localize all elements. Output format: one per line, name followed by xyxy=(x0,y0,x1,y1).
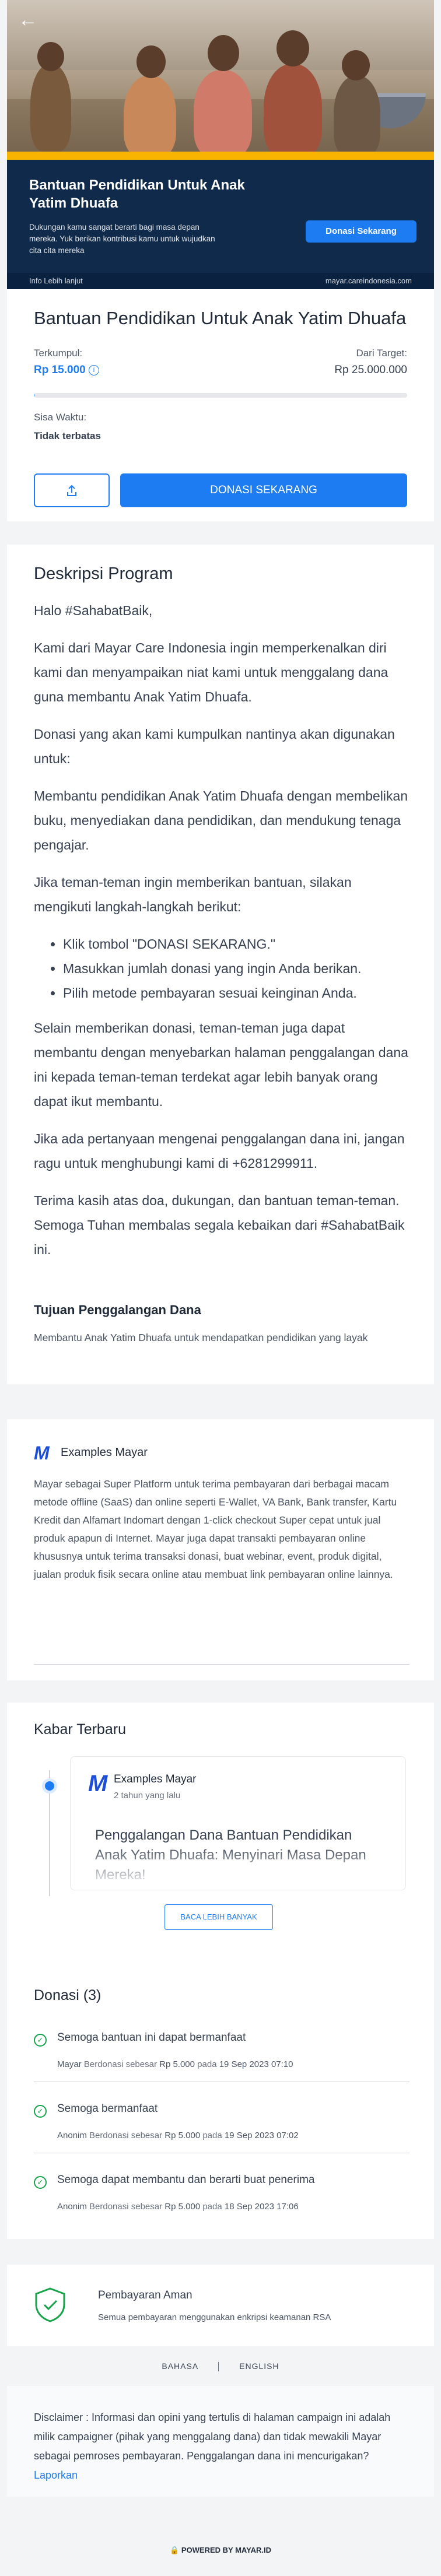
description-p4: Jika teman-teman ingin memberikan bantua… xyxy=(34,875,352,914)
greeting: Halo #SahabatBaik, xyxy=(34,603,153,618)
language-switcher: BAHASA ENGLISH xyxy=(0,2361,441,2372)
hero-donate-button[interactable]: Donasi Sekarang xyxy=(306,220,416,243)
description-p7: Terima kasih atas doa, dukungan, dan ban… xyxy=(34,1193,405,1257)
info-link[interactable]: Info Lebih lanjut xyxy=(29,273,83,289)
steps-list: Klik tombol "DONASI SEKARANG." Masukkan … xyxy=(63,932,410,1005)
secure-description: Semua pembayaran menggunakan enkripsi ke… xyxy=(98,2312,331,2322)
target-value: Rp 25.000.000 xyxy=(334,364,407,376)
organizer-name[interactable]: Examples Mayar xyxy=(61,1446,148,1459)
lock-icon: 🔒 xyxy=(170,2546,180,2554)
news-author: Examples Mayar xyxy=(114,1773,197,1785)
timeline-dot xyxy=(42,1778,57,1794)
hero-image: ← xyxy=(7,0,434,175)
disclaimer-card: Disclaimer : Informasi dan opini yang te… xyxy=(7,2386,434,2497)
description-p5: Selain memberikan donasi, teman-teman ju… xyxy=(34,1020,408,1109)
mayar-logo-icon: M xyxy=(88,1771,108,1796)
hero-banner: Bantuan Pendidikan Untuk Anak Yatim Dhua… xyxy=(7,152,434,289)
donations-heading: Donasi (3) xyxy=(34,1987,102,2003)
donations-card: Donasi (3) ✓ Semoga bantuan ini dapat be… xyxy=(7,1959,434,2239)
step-item: Masukkan jumlah donasi yang ingin Anda b… xyxy=(63,956,410,981)
donation-message: Semoga bermanfaat xyxy=(57,2103,158,2115)
description-p6: Jika ada pertanyaan mengenai penggalanga… xyxy=(34,1131,405,1171)
secure-payment-card: Pembayaran Aman Semua pembayaran menggun… xyxy=(7,2265,434,2346)
check-circle-icon: ✓ xyxy=(34,2034,47,2047)
description-heading: Deskripsi Program xyxy=(34,564,173,583)
hero-section: ← Bantuan Pendidikan Untuk Anak Yatim Dh… xyxy=(0,0,441,289)
goal-text: Membantu Anak Yatim Dhuafa untuk mendapa… xyxy=(34,1332,368,1343)
share-icon xyxy=(67,485,76,496)
time-value: Tidak terbatas xyxy=(34,430,101,441)
goal-title: Tujuan Penggalangan Dana xyxy=(34,1303,201,1317)
description-p1: Kami dari Mayar Care Indonesia ingin mem… xyxy=(34,640,388,704)
hero-subtitle: Dukungan kamu sangat berarti bagi masa d… xyxy=(29,223,215,255)
time-label: Sisa Waktu: xyxy=(34,412,87,423)
check-circle-icon: ✓ xyxy=(34,2105,47,2118)
target-label: Dari Target: xyxy=(356,348,407,359)
news-time: 2 tahun yang lalu xyxy=(114,1791,181,1801)
news-card: Kabar Terbaru M Examples Mayar 2 tahun y… xyxy=(7,1703,434,1959)
divider xyxy=(218,2362,219,2372)
organizer-about: Mayar sebagai Super Platform untuk terim… xyxy=(34,1478,397,1580)
donation-meta: Mayar Berdonasi sebesar Rp 5.000 pada 19… xyxy=(57,2059,293,2069)
hero-title: Bantuan Pendidikan Untuk Anak Yatim Dhua… xyxy=(29,177,245,211)
divider xyxy=(34,1664,410,1665)
mayar-logo-icon: M xyxy=(34,1443,50,1464)
back-arrow-icon[interactable]: ← xyxy=(15,7,41,33)
description-body: Halo #SahabatBaik, Kami dari Mayar Care … xyxy=(34,598,410,1275)
secure-title: Pembayaran Aman xyxy=(98,2289,192,2301)
donation-message: Semoga bantuan ini dapat bermanfaat xyxy=(57,2031,246,2044)
organizer-card: M Examples Mayar Mayar sebagai Super Pla… xyxy=(7,1419,434,1680)
check-circle-icon: ✓ xyxy=(34,2176,47,2189)
read-more-button[interactable]: BACA LEBIH BANYAK xyxy=(164,1904,273,1930)
hero-domain: mayar.careindonesia.com xyxy=(325,276,412,285)
info-circle-icon[interactable]: i xyxy=(89,365,100,375)
hero-stripe xyxy=(7,152,434,160)
progress-bar xyxy=(34,393,407,398)
description-p3: Membantu pendidikan Anak Yatim Dhuafa de… xyxy=(34,788,408,852)
shield-check-icon xyxy=(35,2287,65,2322)
language-bahasa[interactable]: BAHASA xyxy=(162,2361,198,2371)
disclaimer-text: Disclaimer : Informasi dan opini yang te… xyxy=(34,2412,391,2481)
share-button[interactable] xyxy=(34,473,110,507)
news-heading: Kabar Terbaru xyxy=(34,1721,126,1738)
powered-by[interactable]: 🔒 POWERED BY MAYAR.ID xyxy=(0,2546,441,2555)
collected-value: Rp 15.000 i xyxy=(34,364,100,377)
campaign-title: Bantuan Pendidikan Untuk Anak Yatim Dhua… xyxy=(34,308,407,328)
hero-footer: Info Lebih lanjut mayar.careindonesia.co… xyxy=(7,273,434,289)
donation-message: Semoga dapat membantu dan berarti buat p… xyxy=(57,2174,315,2186)
collected-label: Terkumpul: xyxy=(34,348,83,359)
description-card: Deskripsi Program Halo #SahabatBaik, Kam… xyxy=(7,545,434,1384)
step-item: Klik tombol "DONASI SEKARANG." xyxy=(63,932,410,956)
news-post[interactable]: M Examples Mayar 2 tahun yang lalu Pengg… xyxy=(70,1756,406,1890)
step-item: Pilih metode pembayaran sesuai keinginan… xyxy=(63,981,410,1005)
donation-meta: Anonim Berdonasi sebesar Rp 5.000 pada 1… xyxy=(57,2202,299,2212)
donate-button[interactable]: DONASI SEKARANG xyxy=(120,473,407,507)
description-p2: Donasi yang akan kami kumpulkan nantinya… xyxy=(34,727,395,766)
report-link[interactable]: Laporkan xyxy=(34,2469,78,2481)
language-english[interactable]: ENGLISH xyxy=(239,2361,279,2371)
campaign-summary-card: Bantuan Pendidikan Untuk Anak Yatim Dhua… xyxy=(7,289,434,521)
donation-meta: Anonim Berdonasi sebesar Rp 5.000 pada 1… xyxy=(57,2131,299,2140)
